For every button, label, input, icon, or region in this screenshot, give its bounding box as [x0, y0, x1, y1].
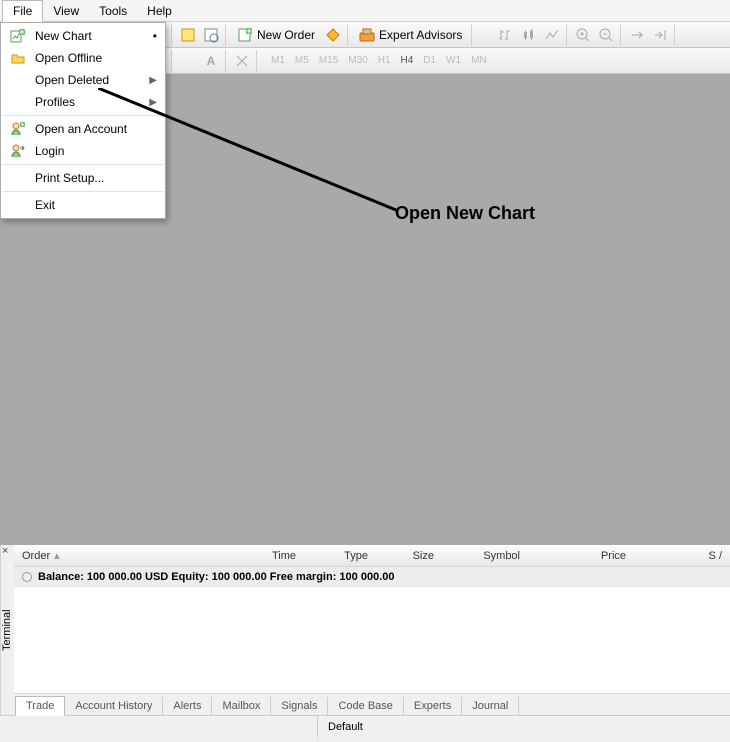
col-order[interactable]: Order▴ [14, 549, 134, 562]
menubar: File View Tools Help [0, 0, 730, 22]
terminal-content [14, 587, 730, 693]
tf-mn[interactable]: MN [467, 53, 491, 68]
object-icon[interactable] [231, 50, 253, 72]
tf-h4[interactable]: H4 [397, 53, 418, 68]
col-size[interactable]: Size [376, 550, 442, 562]
close-icon[interactable]: × [2, 545, 8, 557]
folder-icon [9, 49, 27, 67]
col-symbol[interactable]: Symbol [442, 550, 528, 562]
chevron-right-icon: ▶ [149, 75, 157, 86]
statusbar: Default [0, 715, 730, 737]
separator [3, 164, 163, 165]
user-arrow-icon [9, 142, 27, 160]
new-order-label: New Order [257, 28, 315, 42]
chevron-right-icon: • [153, 29, 157, 43]
col-sl[interactable]: S / [634, 550, 730, 562]
terminal-title: Terminal [0, 545, 14, 715]
menu-print-setup[interactable]: Print Setup... [3, 167, 163, 189]
tab-journal[interactable]: Journal [461, 697, 519, 715]
chart-line-icon[interactable] [541, 24, 563, 46]
toolbar-button[interactable] [177, 24, 199, 46]
menu-new-chart[interactable]: New Chart • [3, 25, 163, 47]
menu-view[interactable]: View [43, 1, 89, 21]
expand-icon [22, 572, 32, 582]
menu-file[interactable]: File [2, 0, 43, 22]
col-time[interactable]: Time [134, 550, 304, 562]
terminal-header: Order▴ Time Type Size Symbol Price S / [14, 545, 730, 567]
zoom-in-icon[interactable] [572, 24, 594, 46]
tab-signals[interactable]: Signals [270, 697, 328, 715]
menu-open-deleted[interactable]: Open Deleted ▶ [3, 69, 163, 91]
menu-tools[interactable]: Tools [89, 1, 137, 21]
chart-plus-icon [9, 27, 27, 45]
menu-profiles[interactable]: Profiles ▶ [3, 91, 163, 113]
toolbar-button[interactable] [200, 24, 222, 46]
tab-alerts[interactable]: Alerts [162, 697, 212, 715]
menu-open-account[interactable]: Open an Account [3, 118, 163, 140]
tf-m15[interactable]: M15 [315, 53, 342, 68]
menu-open-offline[interactable]: Open Offline [3, 47, 163, 69]
terminal-tabs: Trade Account History Alerts Mailbox Sig… [14, 693, 730, 715]
expert-advisors-label: Expert Advisors [379, 28, 462, 42]
menu-exit[interactable]: Exit [3, 194, 163, 216]
status-help [8, 716, 318, 737]
tf-m5[interactable]: M5 [291, 53, 313, 68]
tf-w1[interactable]: W1 [442, 53, 465, 68]
tab-trade[interactable]: Trade [15, 696, 65, 716]
tab-account-history[interactable]: Account History [64, 697, 163, 715]
user-plus-icon [9, 120, 27, 138]
expert-advisors-button[interactable]: Expert Advisors [353, 24, 468, 46]
balance-row[interactable]: Balance: 100 000.00 USD Equity: 100 000.… [14, 567, 730, 587]
autotrade-button[interactable] [322, 24, 344, 46]
new-order-button[interactable]: New Order [231, 24, 321, 46]
chart-bars-icon[interactable] [495, 24, 517, 46]
tab-experts[interactable]: Experts [403, 697, 462, 715]
status-profile: Default [318, 721, 363, 733]
file-dropdown: New Chart • Open Offline Open Deleted ▶ … [0, 22, 166, 219]
terminal-panel: × Terminal Order▴ Time Type Size Symbol … [0, 545, 730, 715]
tab-mailbox[interactable]: Mailbox [211, 697, 271, 715]
shift-icon[interactable] [626, 24, 648, 46]
zoom-out-icon[interactable] [595, 24, 617, 46]
separator [3, 191, 163, 192]
balance-text: Balance: 100 000.00 USD Equity: 100 000.… [38, 571, 394, 583]
chevron-right-icon: ▶ [149, 97, 157, 108]
tf-m30[interactable]: M30 [344, 53, 371, 68]
text-icon[interactable]: A [200, 50, 222, 72]
tf-d1[interactable]: D1 [419, 53, 440, 68]
autoscroll-icon[interactable] [649, 24, 671, 46]
chart-candles-icon[interactable] [518, 24, 540, 46]
col-price[interactable]: Price [528, 550, 634, 562]
menu-help[interactable]: Help [137, 1, 182, 21]
annotation-label: Open New Chart [395, 203, 535, 224]
draw-icon[interactable] [177, 50, 199, 72]
col-type[interactable]: Type [304, 550, 376, 562]
tf-m1[interactable]: M1 [267, 53, 289, 68]
tab-codebase[interactable]: Code Base [327, 697, 403, 715]
separator [3, 115, 163, 116]
menu-login[interactable]: Login [3, 140, 163, 162]
tf-h1[interactable]: H1 [374, 53, 395, 68]
